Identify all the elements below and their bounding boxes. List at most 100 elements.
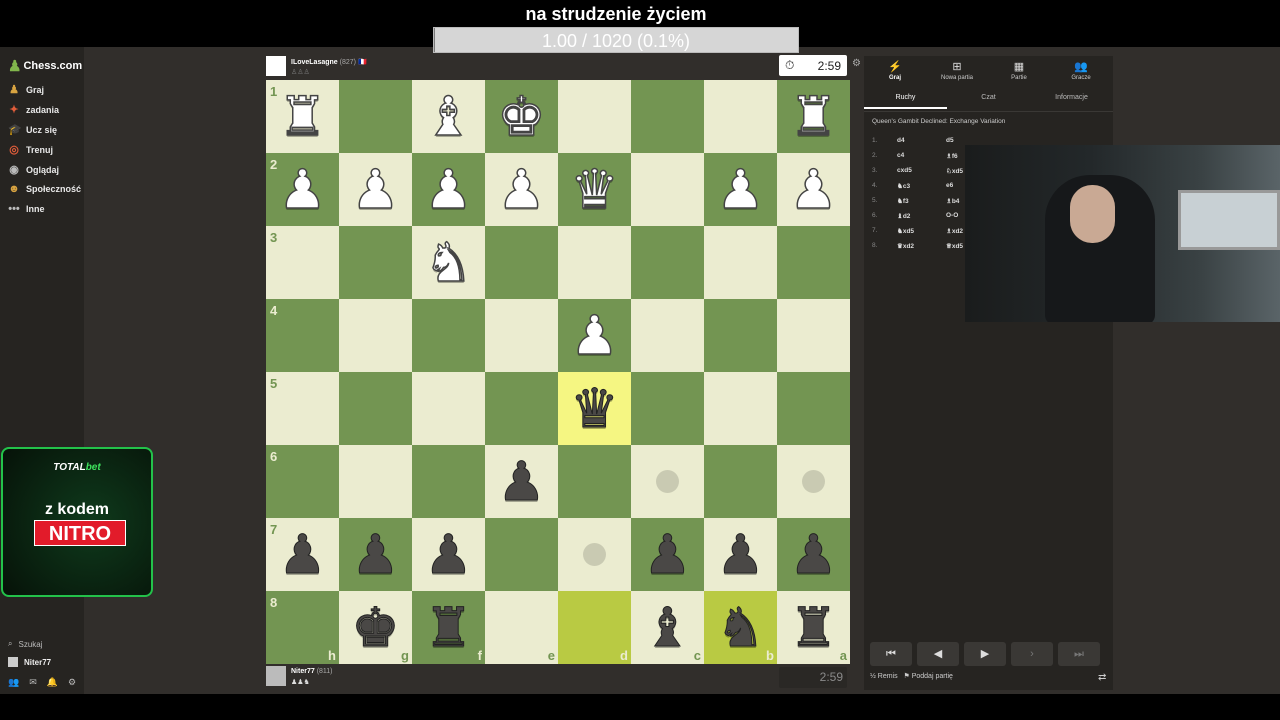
friends-icon[interactable]: 👥: [8, 677, 19, 688]
white-rook-icon[interactable]: ♜: [777, 80, 850, 153]
black-move[interactable]: e6: [946, 182, 953, 189]
square-f5[interactable]: [412, 372, 485, 445]
square-c8[interactable]: c ♝: [631, 591, 704, 664]
square-c3[interactable]: [631, 226, 704, 299]
white-pawn-icon[interactable]: ♟: [266, 153, 339, 226]
square-g1[interactable]: [339, 80, 412, 153]
legal-move-hint[interactable]: [802, 470, 825, 493]
settings-gear-icon[interactable]: ⚙: [68, 677, 76, 688]
last-move-button[interactable]: ⏭: [1058, 642, 1100, 666]
sidebar-item-0[interactable]: ♟ Graj: [8, 83, 44, 96]
white-queen-icon[interactable]: ♛: [558, 153, 631, 226]
black-rook-icon[interactable]: ♜: [777, 591, 850, 664]
square-e8[interactable]: e: [485, 591, 558, 664]
square-b8[interactable]: b ♞: [704, 591, 777, 664]
square-e2[interactable]: ♟: [485, 153, 558, 226]
sidebar-item-3[interactable]: ◎ Trenuj: [8, 143, 53, 156]
previous-move-button[interactable]: ◀: [917, 642, 959, 666]
square-d8[interactable]: d: [558, 591, 631, 664]
square-g4[interactable]: [339, 299, 412, 372]
square-b4[interactable]: [704, 299, 777, 372]
square-a2[interactable]: ♟: [777, 153, 850, 226]
board-settings-gear-icon[interactable]: ⚙: [852, 58, 861, 69]
square-a8[interactable]: a ♜: [777, 591, 850, 664]
white-king-icon[interactable]: ♚: [485, 80, 558, 153]
panel-tab-3[interactable]: 👥 Gracze: [1050, 60, 1112, 81]
black-move[interactable]: d5: [946, 137, 954, 144]
white-pawn-icon[interactable]: ♟: [558, 299, 631, 372]
panel-tab-1[interactable]: ⊞ Nowa partia: [926, 60, 988, 81]
square-c1[interactable]: [631, 80, 704, 153]
panel-tab-2[interactable]: ▦ Partie: [988, 60, 1050, 81]
black-move[interactable]: ♗xd2: [946, 227, 963, 235]
square-h4[interactable]: 4: [266, 299, 339, 372]
square-b1[interactable]: [704, 80, 777, 153]
subtab-moves[interactable]: Ruchy: [864, 94, 947, 109]
black-pawn-icon[interactable]: ♟: [266, 518, 339, 591]
panel-tab-0[interactable]: ⚡ Graj: [864, 60, 926, 81]
square-f8[interactable]: f ♜: [412, 591, 485, 664]
square-f4[interactable]: [412, 299, 485, 372]
square-b3[interactable]: [704, 226, 777, 299]
square-f7[interactable]: ♟: [412, 518, 485, 591]
square-b5[interactable]: [704, 372, 777, 445]
square-d4[interactable]: ♟: [558, 299, 631, 372]
square-h6[interactable]: 6: [266, 445, 339, 518]
square-e6[interactable]: ♟: [485, 445, 558, 518]
white-move[interactable]: ♞f3: [897, 197, 909, 205]
square-a4[interactable]: [777, 299, 850, 372]
black-pawn-icon[interactable]: ♟: [777, 518, 850, 591]
black-rook-icon[interactable]: ♜: [412, 591, 485, 664]
sidebar-item-4[interactable]: ◉ Oglądaj: [8, 163, 59, 176]
white-rook-icon[interactable]: ♜: [266, 80, 339, 153]
black-knight-icon[interactable]: ♞: [704, 591, 777, 664]
square-h1[interactable]: 1 ♜: [266, 80, 339, 153]
totalbet-ad[interactable]: TOTALbet z kodem NITRO: [1, 447, 153, 597]
square-h2[interactable]: 2 ♟: [266, 153, 339, 226]
square-h7[interactable]: 7 ♟: [266, 518, 339, 591]
square-g7[interactable]: ♟: [339, 518, 412, 591]
white-pawn-icon[interactable]: ♟: [412, 153, 485, 226]
square-a5[interactable]: [777, 372, 850, 445]
bell-icon[interactable]: 🔔: [47, 677, 58, 688]
sidebar-item-6[interactable]: ••• Inne: [8, 203, 44, 215]
square-e7[interactable]: [485, 518, 558, 591]
square-d3[interactable]: [558, 226, 631, 299]
white-move[interactable]: d4: [897, 137, 905, 144]
square-g5[interactable]: [339, 372, 412, 445]
resign-button[interactable]: Poddaj partię: [912, 673, 953, 680]
chesscom-logo[interactable]: ♟ Chess.com: [8, 57, 82, 75]
white-pawn-icon[interactable]: ♟: [704, 153, 777, 226]
sidebar-user[interactable]: Niter77: [8, 657, 51, 667]
square-e3[interactable]: [485, 226, 558, 299]
square-d1[interactable]: [558, 80, 631, 153]
square-c4[interactable]: [631, 299, 704, 372]
black-pawn-icon[interactable]: ♟: [412, 518, 485, 591]
forward-button[interactable]: ›: [1011, 642, 1053, 666]
subtab-chat[interactable]: Czat: [947, 94, 1030, 101]
subtab-info[interactable]: Informacje: [1030, 94, 1113, 101]
white-bishop-icon[interactable]: ♝: [412, 80, 485, 153]
sidebar-item-5[interactable]: ☻ Społeczność: [8, 183, 81, 195]
square-g3[interactable]: [339, 226, 412, 299]
white-move[interactable]: c4: [897, 152, 904, 159]
square-a1[interactable]: ♜: [777, 80, 850, 153]
square-h5[interactable]: 5: [266, 372, 339, 445]
white-pawn-icon[interactable]: ♟: [777, 153, 850, 226]
black-move[interactable]: O-O: [946, 212, 958, 219]
square-c2[interactable]: [631, 153, 704, 226]
sidebar-item-1[interactable]: ✦ zadania: [8, 103, 59, 116]
draw-button[interactable]: ½ Remis: [870, 673, 898, 680]
square-e1[interactable]: ♚: [485, 80, 558, 153]
black-move[interactable]: ♘xd5: [946, 167, 963, 175]
white-pawn-icon[interactable]: ♟: [339, 153, 412, 226]
square-a7[interactable]: ♟: [777, 518, 850, 591]
square-d5[interactable]: ♛: [558, 372, 631, 445]
white-move[interactable]: ♝d2: [897, 212, 910, 220]
white-knight-icon[interactable]: ♞: [412, 226, 485, 299]
square-e4[interactable]: [485, 299, 558, 372]
square-b6[interactable]: [704, 445, 777, 518]
square-b7[interactable]: ♟: [704, 518, 777, 591]
square-h3[interactable]: 3: [266, 226, 339, 299]
sidebar-search[interactable]: ⌕ Szukaj: [8, 639, 43, 649]
